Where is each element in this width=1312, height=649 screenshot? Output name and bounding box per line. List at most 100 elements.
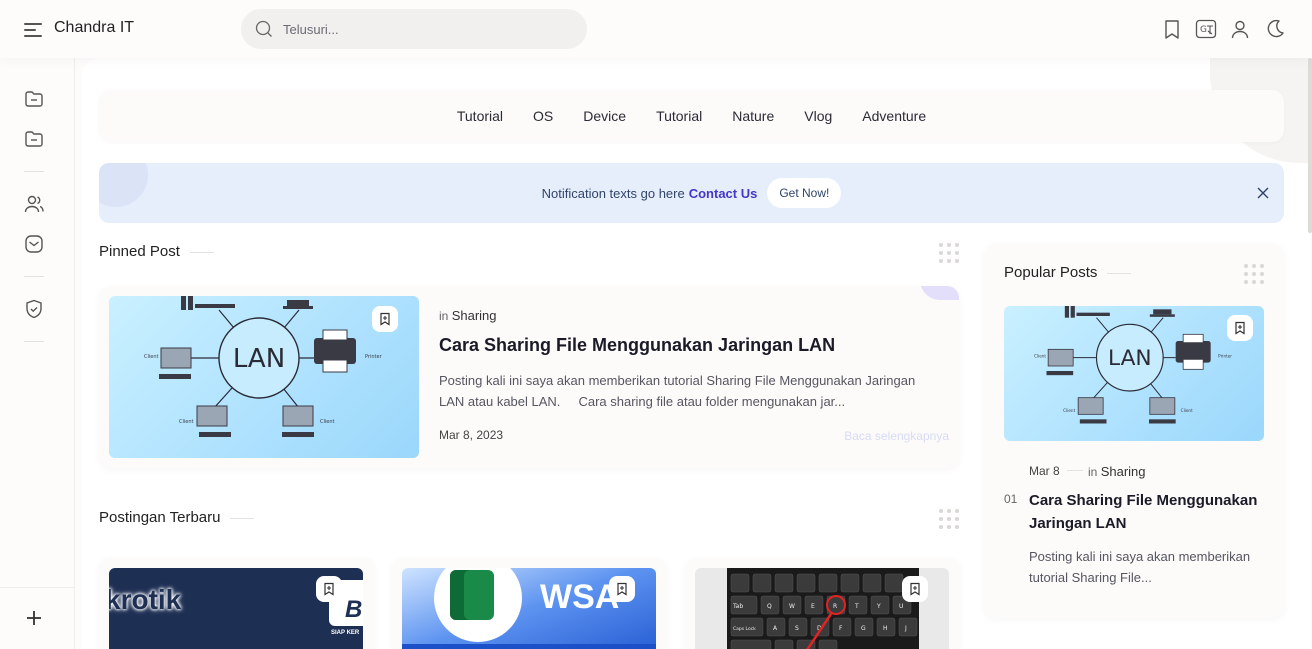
post-category: in Sharing xyxy=(1088,464,1146,479)
translate-icon[interactable]: G xyxy=(1195,18,1217,40)
close-icon[interactable] xyxy=(1256,186,1270,200)
key-label: H xyxy=(883,625,888,632)
mail-icon[interactable] xyxy=(23,233,45,255)
post-category: in Sharing xyxy=(439,308,497,323)
popular-posts-widget: Popular Posts LAN Printer Client Client … xyxy=(984,244,1284,618)
key-label: Q xyxy=(767,603,772,610)
menu-icon[interactable] xyxy=(24,20,44,38)
search-input[interactable] xyxy=(283,9,573,49)
scrollbar-thumb[interactable] xyxy=(1308,58,1312,233)
notification-banner: Notification texts go here Contact Us Ge… xyxy=(99,163,1284,223)
category-link[interactable]: Device xyxy=(568,108,641,124)
post-excerpt: Posting kali ini saya akan memberikan tu… xyxy=(1029,549,1251,585)
category-link[interactable]: Tutorial xyxy=(641,108,717,124)
sidebar-divider xyxy=(24,276,44,277)
recent-post-card: Tab Q W E R T Y U Caps Lock A S D F G H … xyxy=(685,558,960,649)
notification-text: Notification texts go here xyxy=(541,185,685,201)
bookmark-icon xyxy=(324,582,334,596)
post-date: Mar 8, 2023 xyxy=(439,428,504,442)
shield-check-icon[interactable] xyxy=(23,298,45,320)
thumbnail-text: krotik xyxy=(109,584,182,615)
folder-icon[interactable] xyxy=(23,88,45,110)
key-label: F xyxy=(839,625,843,632)
bookmark-icon xyxy=(910,582,920,596)
bookmark-button[interactable] xyxy=(609,576,635,602)
category-link[interactable]: Sharing xyxy=(1101,464,1146,479)
svg-text:G: G xyxy=(1200,25,1207,35)
bookmark-button[interactable] xyxy=(902,576,928,602)
section-title-popular: Popular Posts xyxy=(1004,264,1132,281)
key-label: W xyxy=(789,603,795,610)
thumbnail-text: B xyxy=(345,596,363,623)
post-rank: 01 xyxy=(1004,492,1018,506)
key-label: Y xyxy=(876,603,881,610)
search-bar[interactable] xyxy=(241,9,587,49)
lan-label: LAN xyxy=(1108,346,1152,371)
client-label: Client xyxy=(320,419,335,425)
client-label: Client xyxy=(1034,354,1046,359)
contact-us-link[interactable]: Contact Us xyxy=(689,186,758,201)
users-icon[interactable] xyxy=(23,193,45,215)
category-link[interactable]: Vlog xyxy=(789,108,847,124)
main-content: Tutorial OS Device Tutorial Nature Vlog … xyxy=(82,58,1310,649)
get-now-button[interactable]: Get Now! xyxy=(767,178,842,208)
dark-mode-icon[interactable] xyxy=(1263,18,1285,40)
key-label: Caps Lock xyxy=(733,626,756,632)
category-link[interactable]: OS xyxy=(518,108,568,124)
search-icon xyxy=(255,20,272,37)
category-link[interactable]: Adventure xyxy=(847,108,941,124)
printer-label: Printer xyxy=(1218,354,1232,359)
site-title[interactable]: Chandra IT xyxy=(54,19,134,37)
lan-label: LAN xyxy=(233,344,285,374)
user-icon[interactable] xyxy=(1229,18,1251,40)
printer-label: Printer xyxy=(365,354,383,360)
key-label: T xyxy=(854,603,859,610)
thumbnail-text: SIAP KER xyxy=(331,630,360,636)
client-label: Client xyxy=(144,354,159,360)
bookmark-button[interactable] xyxy=(316,576,342,602)
post-thumbnail[interactable]: LAN Printer Client Client Client xyxy=(1004,306,1264,441)
post-title[interactable]: Cara Sharing File Menggunakan Jaringan L… xyxy=(439,335,835,356)
bookmark-icon[interactable] xyxy=(1161,18,1183,40)
bookmark-button[interactable] xyxy=(1227,315,1253,341)
folder-icon[interactable] xyxy=(23,128,45,150)
section-title-recent: Postingan Terbaru xyxy=(99,509,255,526)
read-more-link[interactable]: Baca selengkapnya xyxy=(844,429,949,443)
client-label: Client xyxy=(1063,408,1075,413)
post-title[interactable]: Cara Sharing File Menggunakan Jaringan L… xyxy=(1029,489,1274,535)
category-link[interactable]: Nature xyxy=(717,108,789,124)
bookmark-button[interactable] xyxy=(372,306,398,332)
key-label: J xyxy=(904,625,907,632)
sidebar xyxy=(0,58,75,649)
thumbnail-text: WSA xyxy=(540,578,620,616)
post-date: Mar 8 xyxy=(1029,464,1060,478)
key-label: G xyxy=(861,625,866,632)
sidebar-divider xyxy=(24,171,44,172)
key-label: S xyxy=(795,625,799,632)
category-bar: Tutorial OS Device Tutorial Nature Vlog … xyxy=(99,90,1284,142)
post-excerpt: Posting kali ini saya akan memberikan tu… xyxy=(439,373,919,409)
plus-icon[interactable] xyxy=(24,608,44,628)
category-link[interactable]: Sharing xyxy=(452,308,497,323)
grip-dots-icon xyxy=(939,243,959,263)
recent-post-card: krotik B SIAP KER xyxy=(99,558,374,649)
client-label: Client xyxy=(179,419,194,425)
bookmark-icon xyxy=(1235,321,1245,335)
grip-dots-icon xyxy=(1244,264,1264,284)
category-link[interactable]: Tutorial xyxy=(442,108,518,124)
sidebar-footer xyxy=(0,587,75,649)
bookmark-icon xyxy=(617,582,627,596)
sidebar-divider xyxy=(24,341,44,342)
key-label: E xyxy=(811,603,815,610)
key-label: U xyxy=(899,603,903,610)
grip-dots-icon xyxy=(939,509,959,529)
recent-post-card: WSA xyxy=(392,558,667,649)
section-title-pinned: Pinned Post xyxy=(99,243,214,260)
key-label: R xyxy=(833,603,837,610)
key-label: Tab xyxy=(732,603,743,610)
top-header: Chandra IT G xyxy=(0,0,1312,58)
pinned-post-card: LAN Printer Client Client Client in Shar… xyxy=(99,286,959,468)
decorative-corner xyxy=(920,286,959,300)
bookmark-icon xyxy=(380,312,390,326)
client-label: Client xyxy=(1181,408,1193,413)
